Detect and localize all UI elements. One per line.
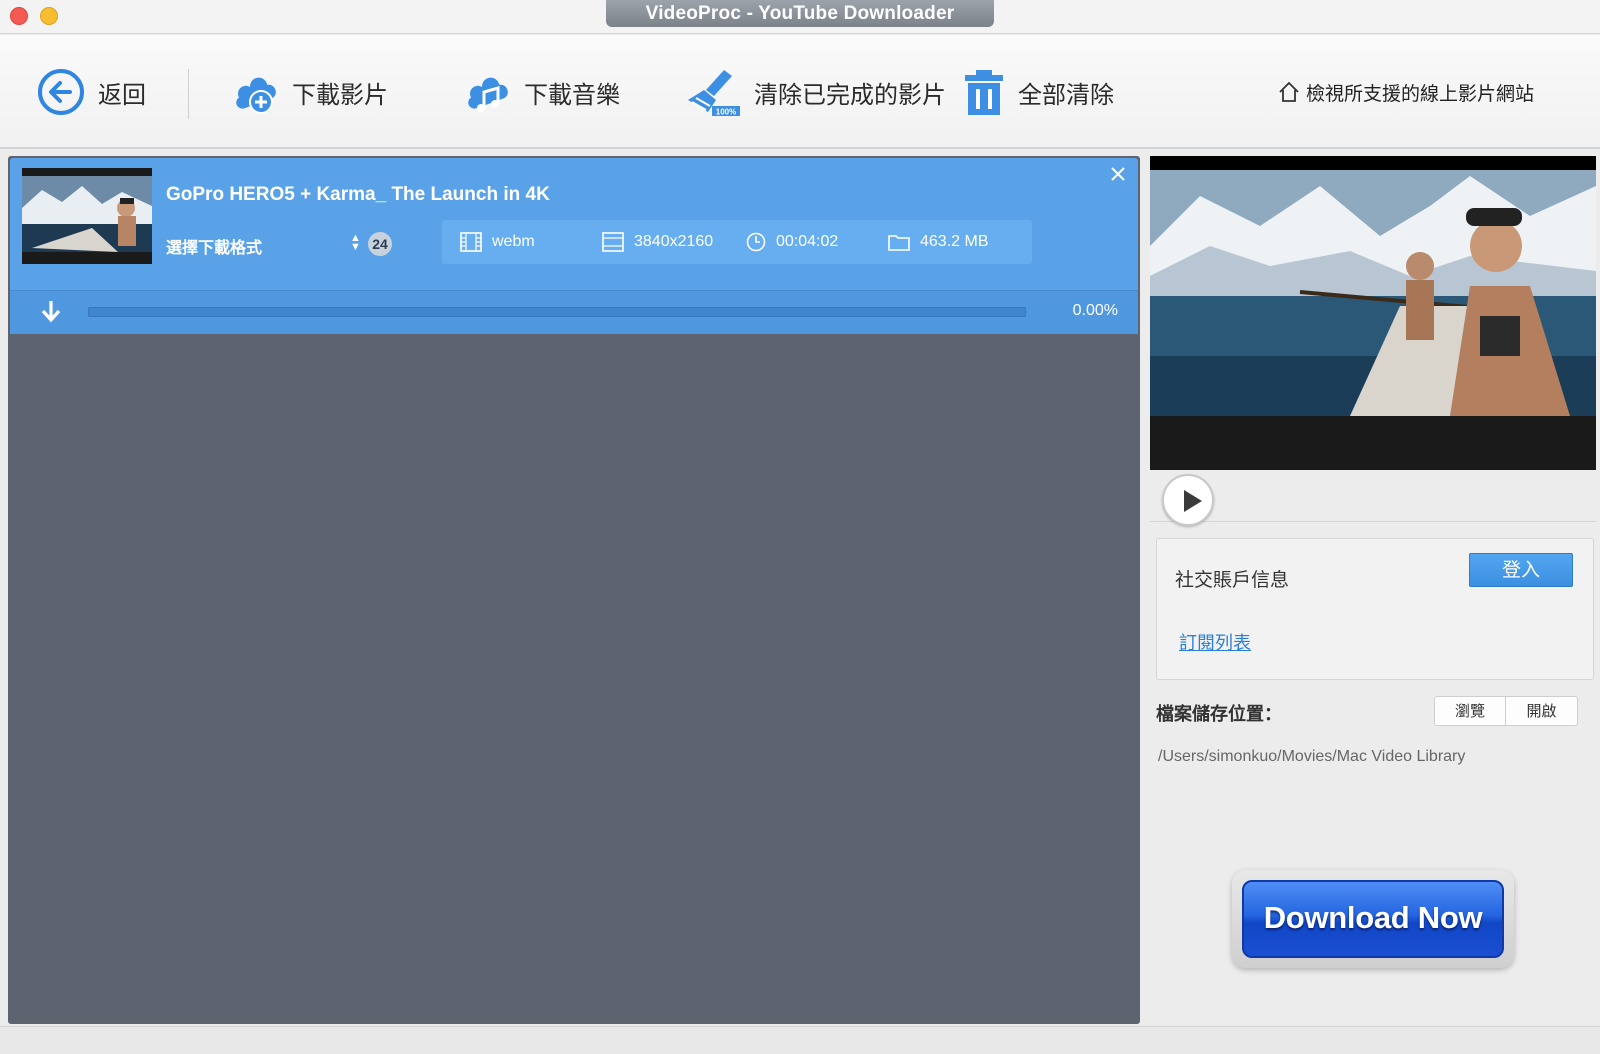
supported-sites-link[interactable]: 檢視所支援的線上影片網站 <box>1278 35 1534 149</box>
clear-all-button[interactable]: 全部清除 <box>962 35 1114 149</box>
back-arrow-icon <box>38 69 84 115</box>
svg-text:100%: 100% <box>716 108 736 117</box>
format-count-badge: 24 <box>368 232 392 256</box>
remove-item-icon[interactable] <box>1108 164 1128 184</box>
download-list: GoPro HERO5 + Karma_ The Launch in 4K 選擇… <box>8 156 1140 1024</box>
preview-controls <box>1150 470 1596 526</box>
download-music-button[interactable]: 下載音樂 <box>460 35 620 149</box>
supported-sites-label: 檢視所支援的線上影片網站 <box>1306 82 1535 105</box>
app-window: VideoProc - YouTube Downloader 返回 下載影片 下… <box>0 0 1600 1054</box>
download-progress-bar <box>88 307 1026 317</box>
minimize-window-button[interactable] <box>40 7 58 25</box>
open-folder-button[interactable]: 開啟 <box>1506 696 1578 726</box>
back-button[interactable]: 返回 <box>36 35 146 149</box>
duration-info: 00:04:02 <box>746 220 838 264</box>
folder-icon <box>888 235 910 251</box>
download-now-button[interactable]: Download Now <box>1242 880 1504 958</box>
container-value: webm <box>492 233 535 250</box>
home-icon <box>1279 81 1299 102</box>
download-video-label: 下載影片 <box>292 80 388 109</box>
duration-value: 00:04:02 <box>776 233 839 250</box>
download-music-label: 下載音樂 <box>524 80 620 109</box>
clear-completed-button[interactable]: 100% 清除已完成的影片 <box>684 35 946 149</box>
download-now-frame: Download Now <box>1232 870 1514 968</box>
browse-button[interactable]: 瀏覽 <box>1434 696 1506 726</box>
toolbar: 返回 下載影片 下載音樂 100% 清除已完成的影片 全部清除 檢視所支援的線上… <box>0 35 1600 149</box>
resolution-info: 3840x2160 <box>602 220 713 264</box>
resolution-icon <box>602 232 624 252</box>
download-item[interactable]: GoPro HERO5 + Karma_ The Launch in 4K 選擇… <box>10 158 1138 334</box>
progress-percent: 0.00% <box>1072 302 1118 319</box>
back-label: 返回 <box>98 80 146 109</box>
toolbar-divider <box>188 69 189 119</box>
trash-icon <box>965 70 1003 115</box>
video-meta-panel: webm 3840x2160 00:04:02 463.2 MB <box>442 220 1032 264</box>
play-icon <box>1184 490 1202 512</box>
size-value: 463.2 MB <box>920 233 989 250</box>
save-path: /Users/simonkuo/Movies/Mac Video Library <box>1158 748 1466 765</box>
container-format: webm <box>460 220 535 264</box>
clear-completed-label: 清除已完成的影片 <box>754 80 946 109</box>
video-thumbnail[interactable] <box>22 168 152 264</box>
login-button[interactable]: 登入 <box>1469 553 1573 587</box>
download-video-button[interactable]: 下載影片 <box>228 35 388 149</box>
format-stepper-icon[interactable]: ▲ ▼ <box>350 233 361 253</box>
title-bar: VideoProc - YouTube Downloader <box>0 0 1600 34</box>
format-select-label[interactable]: 選擇下載格式 <box>166 234 262 258</box>
cloud-music-icon <box>468 77 508 112</box>
clock-icon <box>746 232 766 252</box>
social-account-box: 社交賬戶信息 登入 訂閱列表 <box>1156 538 1594 680</box>
side-panel: 社交賬戶信息 登入 訂閱列表 檔案儲存位置： 瀏覽 開啟 /Users/simo… <box>1146 152 1600 1026</box>
close-window-button[interactable] <box>10 7 28 25</box>
video-preview[interactable] <box>1150 156 1596 470</box>
cloud-add-video-icon <box>236 77 276 114</box>
video-title: GoPro HERO5 + Karma_ The Launch in 4K <box>166 184 550 205</box>
save-location-label: 檔案儲存位置： <box>1156 704 1282 725</box>
play-button[interactable] <box>1162 474 1214 526</box>
size-info: 463.2 MB <box>888 220 988 264</box>
clear-all-label: 全部清除 <box>1018 80 1114 109</box>
window-title: VideoProc - YouTube Downloader <box>606 0 994 27</box>
broom-clean-icon: 100% <box>688 70 740 117</box>
subscription-list-link[interactable]: 訂閱列表 <box>1179 629 1251 655</box>
resolution-value: 3840x2160 <box>634 233 714 250</box>
download-arrow-icon <box>41 301 61 323</box>
social-account-label: 社交賬戶信息 <box>1175 569 1290 591</box>
film-icon <box>460 232 482 252</box>
status-bar <box>0 1026 1600 1054</box>
